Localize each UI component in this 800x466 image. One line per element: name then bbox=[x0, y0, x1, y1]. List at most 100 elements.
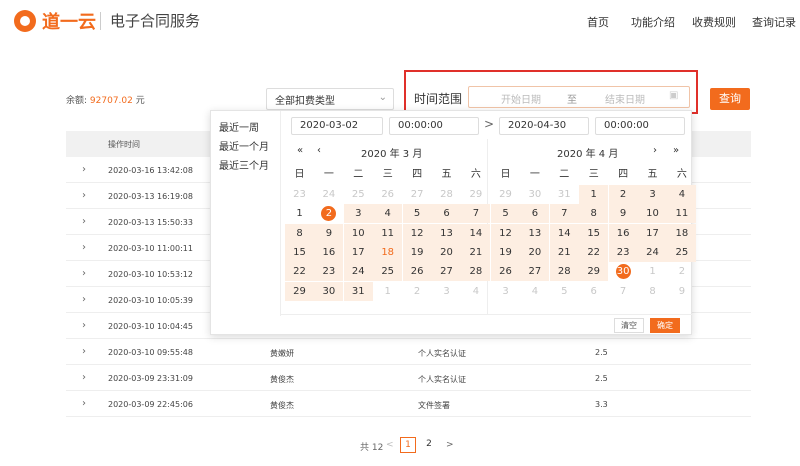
right-day-cell[interactable]: 24 bbox=[638, 242, 667, 262]
right-day-cell[interactable]: 8 bbox=[638, 282, 667, 301]
page-2-button[interactable]: 2 bbox=[421, 437, 437, 453]
left-day-cell[interactable]: 2 bbox=[314, 204, 343, 223]
right-day-cell[interactable]: 15 bbox=[579, 223, 609, 243]
left-day-cell[interactable]: 16 bbox=[314, 242, 344, 262]
right-day-cell[interactable]: 23 bbox=[608, 242, 638, 262]
right-day-cell[interactable]: 29 bbox=[579, 262, 609, 282]
left-day-cell[interactable]: 18 bbox=[373, 242, 403, 262]
right-day-cell[interactable]: 1 bbox=[579, 185, 609, 204]
next-month-icon[interactable]: › bbox=[653, 145, 657, 156]
left-day-cell[interactable]: 5 bbox=[402, 204, 432, 224]
right-day-cell[interactable]: 14 bbox=[549, 223, 579, 243]
left-day-cell[interactable]: 1 bbox=[373, 282, 402, 301]
right-day-cell[interactable]: 18 bbox=[667, 223, 697, 243]
prev-page-icon[interactable]: < bbox=[386, 440, 394, 450]
right-day-cell[interactable]: 9 bbox=[667, 282, 696, 301]
right-day-cell[interactable]: 5 bbox=[491, 204, 520, 224]
expand-row-icon[interactable]: › bbox=[82, 398, 86, 409]
left-day-cell[interactable]: 30 bbox=[314, 281, 344, 301]
right-day-cell[interactable]: 20 bbox=[520, 242, 550, 262]
right-day-cell[interactable]: 30 bbox=[520, 185, 549, 204]
logo-text[interactable]: 道一云 bbox=[42, 8, 96, 34]
right-day-cell[interactable]: 29 bbox=[491, 185, 520, 204]
left-day-cell[interactable]: 25 bbox=[373, 262, 403, 282]
left-day-cell[interactable]: 23 bbox=[285, 185, 314, 204]
shortcut-last-week[interactable]: 最近一周 bbox=[219, 119, 259, 134]
start-time-input[interactable]: 00:00:00 bbox=[389, 117, 479, 135]
prev-month-icon[interactable]: ‹ bbox=[317, 145, 321, 156]
left-day-cell[interactable]: 1 bbox=[285, 204, 314, 223]
expand-row-icon[interactable]: › bbox=[82, 242, 86, 253]
right-day-cell[interactable]: 4 bbox=[520, 282, 549, 301]
right-day-cell[interactable]: 7 bbox=[609, 282, 638, 301]
right-day-cell[interactable]: 25 bbox=[667, 242, 697, 262]
end-date-placeholder[interactable]: 结束日期 bbox=[605, 91, 645, 106]
fee-type-select[interactable]: 全部扣费类型 ⌄ bbox=[266, 88, 394, 110]
left-day-cell[interactable]: 17 bbox=[343, 242, 373, 262]
right-day-cell[interactable]: 11 bbox=[667, 204, 697, 224]
right-day-cell[interactable]: 3 bbox=[638, 185, 667, 204]
nav-pricing[interactable]: 收费规则 bbox=[692, 14, 736, 30]
right-day-cell[interactable]: 4 bbox=[667, 185, 697, 204]
right-day-cell[interactable]: 31 bbox=[550, 185, 579, 204]
right-day-cell[interactable]: 12 bbox=[491, 223, 520, 243]
nav-home[interactable]: 首页 bbox=[587, 14, 609, 30]
left-day-cell[interactable]: 28 bbox=[461, 262, 491, 282]
shortcut-last-month[interactable]: 最近一个月 bbox=[219, 138, 269, 153]
left-day-cell[interactable]: 26 bbox=[373, 185, 402, 204]
left-day-cell[interactable]: 2 bbox=[403, 282, 432, 301]
left-day-cell[interactable]: 14 bbox=[461, 223, 491, 243]
next-page-icon[interactable]: > bbox=[446, 440, 454, 450]
right-day-cell[interactable]: 22 bbox=[579, 242, 609, 262]
right-day-cell[interactable]: 3 bbox=[491, 282, 520, 301]
left-day-cell[interactable]: 31 bbox=[343, 281, 373, 301]
start-date-input[interactable]: 2020-03-02 bbox=[291, 117, 383, 135]
logo-icon[interactable] bbox=[14, 10, 36, 32]
right-day-cell[interactable]: 16 bbox=[608, 223, 638, 243]
end-date-input[interactable]: 2020-04-30 bbox=[499, 117, 589, 135]
nav-query-records[interactable]: 查询记录 bbox=[752, 14, 796, 30]
left-day-cell[interactable]: 11 bbox=[373, 223, 403, 243]
right-day-cell[interactable]: 26 bbox=[491, 262, 520, 282]
left-day-cell[interactable]: 12 bbox=[402, 223, 432, 243]
table-row[interactable]: › 2020-03-10 09:55:48 黄嫩妍 个人实名认证 2.5 bbox=[66, 339, 751, 365]
left-day-cell[interactable]: 10 bbox=[343, 223, 373, 243]
left-day-cell[interactable]: 6 bbox=[432, 204, 461, 224]
left-day-cell[interactable]: 24 bbox=[314, 185, 343, 204]
right-day-cell[interactable]: 17 bbox=[638, 223, 667, 243]
right-day-cell[interactable]: 10 bbox=[638, 204, 667, 224]
start-date-placeholder[interactable]: 开始日期 bbox=[501, 91, 541, 106]
table-row[interactable]: › 2020-03-09 22:45:06 黄俊杰 文件签署 3.3 bbox=[66, 391, 751, 417]
expand-row-icon[interactable]: › bbox=[82, 320, 86, 331]
right-day-cell[interactable]: 13 bbox=[520, 223, 550, 243]
right-day-cell[interactable]: 5 bbox=[550, 282, 579, 301]
left-day-cell[interactable]: 21 bbox=[461, 242, 491, 262]
right-day-cell[interactable]: 2 bbox=[608, 185, 638, 204]
left-day-cell[interactable]: 8 bbox=[285, 223, 314, 243]
right-day-cell[interactable]: 28 bbox=[549, 262, 579, 282]
left-day-cell[interactable]: 23 bbox=[314, 262, 344, 282]
right-day-cell[interactable]: 19 bbox=[491, 242, 520, 262]
expand-row-icon[interactable]: › bbox=[82, 346, 86, 357]
right-day-cell[interactable]: 27 bbox=[520, 262, 550, 282]
query-button[interactable]: 查询 bbox=[710, 88, 750, 110]
left-day-cell[interactable]: 29 bbox=[461, 185, 490, 204]
right-day-cell[interactable]: 2 bbox=[667, 262, 696, 281]
table-row[interactable]: › 2020-03-09 23:31:09 黄俊杰 个人实名认证 2.5 bbox=[66, 365, 751, 391]
expand-row-icon[interactable]: › bbox=[82, 216, 86, 227]
left-day-cell[interactable]: 3 bbox=[432, 282, 461, 301]
left-day-cell[interactable]: 27 bbox=[403, 185, 432, 204]
left-day-cell[interactable]: 26 bbox=[402, 262, 432, 282]
left-day-cell[interactable]: 13 bbox=[432, 223, 461, 243]
clear-button[interactable]: 清空 bbox=[614, 318, 644, 333]
expand-row-icon[interactable]: › bbox=[82, 294, 86, 305]
expand-row-icon[interactable]: › bbox=[82, 164, 86, 175]
end-time-input[interactable]: 00:00:00 bbox=[595, 117, 685, 135]
left-day-cell[interactable]: 24 bbox=[343, 262, 373, 282]
right-day-cell[interactable]: 8 bbox=[579, 204, 609, 224]
left-day-cell[interactable]: 4 bbox=[373, 204, 403, 224]
left-day-cell[interactable]: 20 bbox=[432, 242, 461, 262]
right-day-cell[interactable]: 1 bbox=[638, 262, 667, 281]
right-day-cell[interactable]: 21 bbox=[549, 242, 579, 262]
left-day-cell[interactable]: 4 bbox=[461, 282, 490, 301]
